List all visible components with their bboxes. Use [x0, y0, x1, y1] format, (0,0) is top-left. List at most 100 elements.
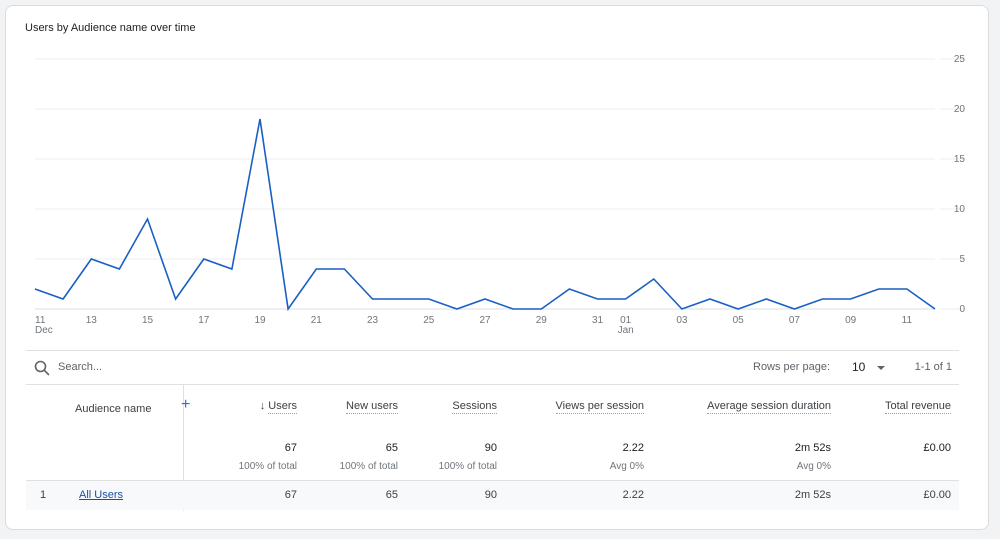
table-row: 1 All Users 67 65 90 2.22 2m 52s £0.00	[26, 481, 959, 510]
data-point[interactable]	[145, 216, 151, 222]
data-point[interactable]	[482, 296, 488, 302]
x-tick-label: 15	[142, 315, 154, 326]
y-tick-label: 15	[954, 154, 966, 165]
data-point[interactable]	[791, 306, 797, 312]
x-tick-label: 23	[367, 315, 379, 326]
cell-sessions: 90	[484, 489, 497, 501]
cell-users: 67	[284, 489, 297, 501]
data-point[interactable]	[60, 296, 66, 302]
data-point[interactable]	[426, 296, 432, 302]
total-views-per-session: 2.22	[622, 442, 644, 454]
rows-per-page-value: 10	[852, 360, 866, 374]
data-point[interactable]	[116, 266, 122, 272]
table-header-row: Audience name + ↓ Users New users Session…	[26, 384, 959, 428]
data-point[interactable]	[88, 256, 94, 262]
total-users-sub: 100% of total	[238, 461, 297, 472]
y-tick-label: 25	[954, 54, 966, 65]
gridlines	[35, 58, 965, 310]
search-input[interactable]	[58, 358, 358, 376]
y-tick-label: 20	[954, 104, 966, 115]
data-table: Audience name + ↓ Users New users Session…	[26, 384, 959, 510]
series-layer	[32, 116, 938, 312]
dimension-header[interactable]: Audience name	[75, 403, 151, 415]
data-point[interactable]	[341, 266, 347, 272]
y-tick-label: 5	[959, 254, 965, 265]
column-header-users[interactable]: ↓ Users	[259, 400, 297, 414]
data-point[interactable]	[595, 296, 601, 302]
data-point[interactable]	[679, 306, 685, 312]
x-axis-ticks: 11Dec13 15 17 19 21 23 25 27 29 31 01Jan03 05 07 09 11	[35, 315, 912, 336]
x-tick-month-label: Jan	[618, 325, 634, 336]
x-tick-label: 05	[733, 315, 745, 326]
x-tick-label: 25	[423, 315, 435, 326]
totals-row: 67 100% of total 65 100% of total 90 100…	[26, 428, 959, 481]
data-point[interactable]	[735, 306, 741, 312]
x-tick-label: 09	[845, 315, 857, 326]
add-dimension-button[interactable]: +	[181, 397, 190, 413]
x-tick-label: 17	[198, 315, 210, 326]
total-users: 67	[284, 442, 297, 454]
column-header-new-users[interactable]: New users	[346, 400, 398, 414]
total-new-users-sub: 100% of total	[339, 461, 398, 472]
audience-link-all-users[interactable]: All Users	[79, 489, 123, 501]
total-views-per-session-sub: Avg 0%	[609, 461, 644, 472]
column-header-avg-session-duration[interactable]: Average session duration	[707, 400, 831, 414]
data-point[interactable]	[454, 306, 460, 312]
cell-new-users: 65	[385, 489, 398, 501]
x-tick-label: 03	[676, 315, 688, 326]
data-point[interactable]	[623, 296, 629, 302]
total-sessions: 90	[484, 442, 497, 454]
total-avg-session-duration: 2m 52s	[794, 442, 831, 454]
cell-total-revenue: £0.00	[923, 489, 951, 501]
y-tick-label: 10	[954, 204, 966, 215]
x-tick-month-label: Dec	[35, 325, 53, 336]
data-point[interactable]	[932, 306, 938, 312]
dropdown-caret-icon	[877, 365, 886, 370]
column-header-views-per-session[interactable]: Views per session	[555, 400, 644, 414]
cell-avg-session-duration: 2m 52s	[794, 489, 831, 501]
x-tick-label: 11	[902, 315, 913, 326]
sort-descending-icon: ↓	[259, 400, 266, 412]
series-line-all-users	[34, 118, 936, 312]
rows-per-page-select[interactable]: 10	[852, 360, 886, 374]
table-toolbar: Rows per page: 10 1-1 of 1	[26, 350, 959, 385]
data-point[interactable]	[904, 286, 910, 292]
x-tick-label: 27	[479, 315, 491, 326]
x-tick-label: 21	[311, 315, 323, 326]
column-header-sessions[interactable]: Sessions	[452, 400, 497, 414]
data-point[interactable]	[32, 286, 38, 292]
rows-per-page-label: Rows per page:	[753, 361, 831, 373]
y-tick-label: 0	[959, 304, 965, 315]
data-point[interactable]	[201, 256, 207, 262]
line-chart: 0510152025 11Dec13 15 17 19 21 23 25 27 29 31 01Ja…	[32, 54, 966, 336]
data-point[interactable]	[876, 286, 882, 292]
data-point[interactable]	[313, 266, 319, 272]
data-point[interactable]	[707, 296, 713, 302]
data-point[interactable]	[820, 296, 826, 302]
data-point[interactable]	[257, 116, 263, 122]
data-point[interactable]	[848, 296, 854, 302]
data-point[interactable]	[538, 306, 544, 312]
data-point[interactable]	[285, 306, 291, 312]
column-header-total-revenue[interactable]: Total revenue	[884, 400, 951, 414]
data-point[interactable]	[763, 296, 769, 302]
total-avg-session-duration-sub: Avg 0%	[796, 461, 831, 472]
data-point[interactable]	[566, 286, 572, 292]
data-point[interactable]	[229, 266, 235, 272]
data-point[interactable]	[173, 296, 179, 302]
x-tick-label: 19	[254, 315, 266, 326]
total-sessions-sub: 100% of total	[438, 461, 497, 472]
x-tick-label: 13	[86, 315, 98, 326]
data-point[interactable]	[370, 296, 376, 302]
x-tick-label: 31	[592, 315, 604, 326]
search-icon	[34, 360, 50, 376]
y-axis-ticks: 0 5 10 15 20 25	[954, 54, 966, 315]
data-point[interactable]	[398, 296, 404, 302]
x-tick-label: 29	[536, 315, 548, 326]
x-tick-label: 07	[789, 315, 801, 326]
total-revenue: £0.00	[923, 442, 951, 454]
data-point[interactable]	[510, 306, 516, 312]
data-point[interactable]	[651, 276, 657, 282]
row-index: 1	[40, 489, 47, 501]
total-new-users: 65	[385, 442, 398, 454]
